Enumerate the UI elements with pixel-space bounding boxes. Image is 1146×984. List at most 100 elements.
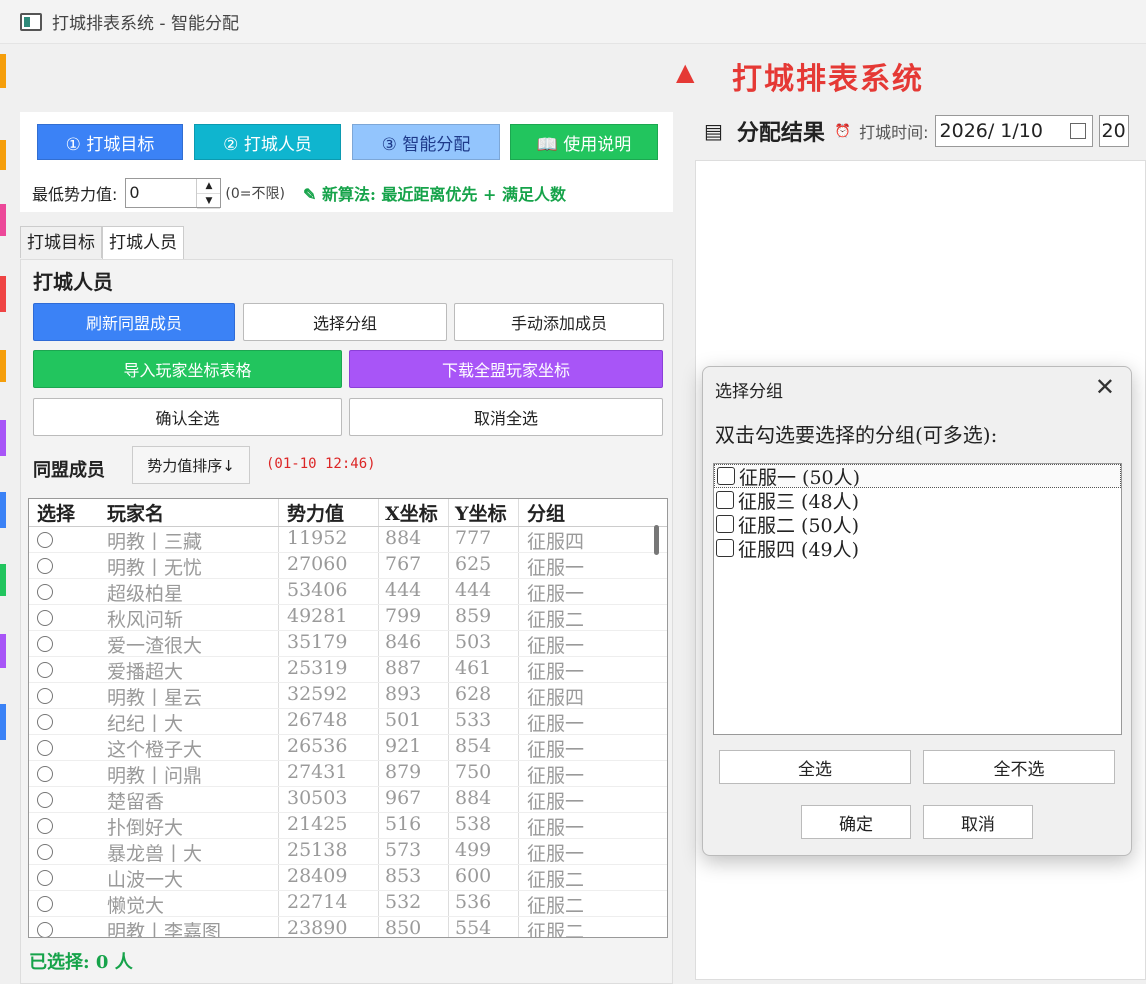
help-button[interactable]: 📖 使用说明 <box>510 124 658 160</box>
select-cell[interactable] <box>29 917 99 937</box>
min-power-value[interactable]: 0 <box>126 179 196 207</box>
select-cell[interactable] <box>29 865 99 890</box>
cell-name: 纪纪丨大 <box>99 709 279 735</box>
import-coords-button[interactable]: 导入玩家坐标表格 <box>33 350 342 388</box>
add-member-button[interactable]: 手动添加成员 <box>454 303 664 341</box>
radio-icon[interactable] <box>37 662 53 678</box>
group-item[interactable]: 征服二 (50人) <box>714 512 1121 537</box>
radio-icon[interactable] <box>37 766 53 782</box>
table-row[interactable]: 明教丨问鼎 27431 879 750 征服一 <box>29 761 667 787</box>
cell-power: 25319 <box>279 657 379 682</box>
close-icon[interactable]: ✕ <box>1095 373 1115 401</box>
spin-down-icon[interactable]: ▼ <box>197 194 221 209</box>
cell-x: 879 <box>379 761 449 786</box>
radio-icon[interactable] <box>37 688 53 704</box>
select-cell[interactable] <box>29 709 99 734</box>
radio-icon[interactable] <box>37 740 53 756</box>
table-row[interactable]: 楚留香 30503 967 884 征服一 <box>29 787 667 813</box>
cell-group: 征服二 <box>527 921 585 938</box>
select-group-dialog: 选择分组 ✕ 双击勾选要选择的分组(可多选): 征服一 (50人) 征服三 (4… <box>702 366 1132 856</box>
members-button[interactable]: ② 打城人员 <box>194 124 341 160</box>
cell-name: 秋风问斩 <box>99 605 279 631</box>
assign-button[interactable]: ③ 智能分配 <box>352 124 500 160</box>
select-cell[interactable] <box>29 813 99 838</box>
select-cell[interactable] <box>29 553 99 578</box>
algo-note: ✎ 新算法: 最近距离优先 + 满足人数 <box>302 185 566 204</box>
group-item[interactable]: 征服四 (49人) <box>714 536 1121 561</box>
select-cell[interactable] <box>29 787 99 812</box>
radio-icon[interactable] <box>37 896 53 912</box>
table-row[interactable]: 明教丨星云 32592 893 628 征服四 <box>29 683 667 709</box>
table-row[interactable]: 明教丨无忧 27060 767 625 征服一 <box>29 553 667 579</box>
select-cell[interactable] <box>29 605 99 630</box>
radio-icon[interactable] <box>37 558 53 574</box>
select-all-groups-button[interactable]: 全选 <box>719 750 911 784</box>
group-item[interactable]: 征服三 (48人) <box>714 488 1121 513</box>
table-row[interactable]: 明教丨三藏 11952 884 777 征服四 <box>29 527 667 553</box>
download-coords-button[interactable]: 下载全盟玩家坐标 <box>349 350 663 388</box>
min-power-spinbox[interactable]: 0 ▲ ▼ <box>125 178 222 209</box>
cell-x: 884 <box>379 527 449 552</box>
table-scrollbar[interactable] <box>654 525 659 555</box>
cell-group: 征服一 <box>527 765 585 787</box>
select-cell[interactable] <box>29 683 99 708</box>
select-cell[interactable] <box>29 761 99 786</box>
select-none-groups-button[interactable]: 全不选 <box>923 750 1115 784</box>
tab-targets[interactable]: 打城目标 <box>20 226 102 258</box>
cell-group: 征服一 <box>527 557 585 579</box>
radio-icon[interactable] <box>37 922 53 937</box>
cell-y: 628 <box>449 683 519 708</box>
deselect-all-button[interactable]: 取消全选 <box>349 398 663 436</box>
select-cell[interactable] <box>29 527 99 552</box>
table-row[interactable]: 爱播超大 25319 887 461 征服一 <box>29 657 667 683</box>
radio-icon[interactable] <box>37 844 53 860</box>
radio-icon[interactable] <box>37 818 53 834</box>
radio-icon[interactable] <box>37 610 53 626</box>
ok-button[interactable]: 确定 <box>801 805 911 839</box>
radio-icon[interactable] <box>37 532 53 548</box>
select-group-button[interactable]: 选择分组 <box>243 303 447 341</box>
checkbox-icon[interactable] <box>716 515 734 533</box>
select-cell[interactable] <box>29 735 99 760</box>
table-row[interactable]: 明教丨李嘉图 23890 850 554 征服二 <box>29 917 667 938</box>
select-all-button[interactable]: 确认全选 <box>33 398 342 436</box>
table-row[interactable]: 暴龙兽丨大 25138 573 499 征服一 <box>29 839 667 865</box>
spin-up-icon[interactable]: ▲ <box>197 179 221 194</box>
radio-icon[interactable] <box>37 714 53 730</box>
checkbox-icon[interactable] <box>716 539 734 557</box>
cell-power: 35179 <box>279 631 379 656</box>
table-row[interactable]: 山波一大 28409 853 600 征服二 <box>29 865 667 891</box>
table-row[interactable]: 超级柏星 53406 444 444 征服一 <box>29 579 667 605</box>
table-row[interactable]: 扑倒好大 21425 516 538 征服一 <box>29 813 667 839</box>
table-row[interactable]: 纪纪丨大 26748 501 533 征服一 <box>29 709 667 735</box>
radio-icon[interactable] <box>37 792 53 808</box>
calendar-icon[interactable] <box>1069 123 1086 139</box>
cell-x: 921 <box>379 735 449 760</box>
castle-icon: ▲ <box>676 58 695 86</box>
group-item[interactable]: 征服一 (50人) <box>714 464 1121 489</box>
tab-members[interactable]: 打城人员 <box>102 226 184 260</box>
table-body: 明教丨三藏 11952 884 777 征服四 明教丨无忧 27060 767 625 征服一 超级… <box>29 527 667 938</box>
table-row[interactable]: 秋风问斩 49281 799 859 征服二 <box>29 605 667 631</box>
radio-icon[interactable] <box>37 636 53 652</box>
cell-power: 27431 <box>279 761 379 786</box>
checkbox-icon[interactable] <box>717 467 735 485</box>
checkbox-icon[interactable] <box>716 491 734 509</box>
table-row[interactable]: 爱一渣很大 35179 846 503 征服一 <box>29 631 667 657</box>
table-row[interactable]: 懒觉大 22714 532 536 征服二 <box>29 891 667 917</box>
table-row[interactable]: 这个橙子大 26536 921 854 征服一 <box>29 735 667 761</box>
radio-icon[interactable] <box>37 584 53 600</box>
select-cell[interactable] <box>29 891 99 916</box>
time-field[interactable]: 20 <box>1098 115 1129 147</box>
cancel-button[interactable]: 取消 <box>923 805 1033 839</box>
sort-power-button[interactable]: 势力值排序↓ <box>132 446 250 484</box>
target-button[interactable]: ① 打城目标 <box>37 124 183 160</box>
select-cell[interactable] <box>29 579 99 604</box>
radio-icon[interactable] <box>37 870 53 886</box>
refresh-members-button[interactable]: 刷新同盟成员 <box>33 303 235 341</box>
select-cell[interactable] <box>29 657 99 682</box>
select-cell[interactable] <box>29 839 99 864</box>
select-cell[interactable] <box>29 631 99 656</box>
date-picker[interactable]: 2026/ 1/10 <box>934 115 1093 147</box>
cell-y: 884 <box>449 787 519 812</box>
